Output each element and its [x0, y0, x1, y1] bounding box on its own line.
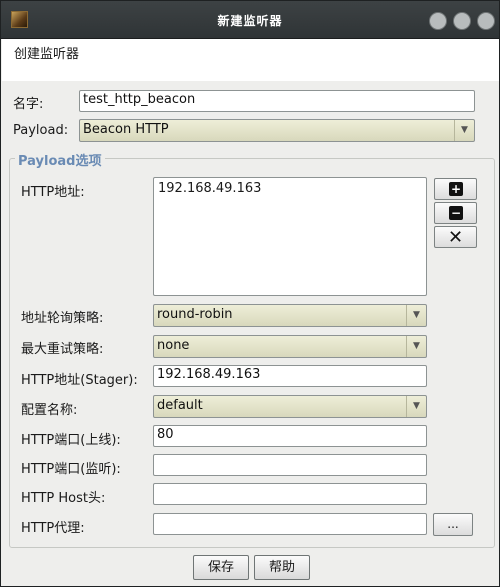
- chevron-down-icon: ▼: [406, 336, 426, 357]
- name-field[interactable]: test_http_beacon: [79, 90, 475, 112]
- port-c2-field[interactable]: 80: [153, 425, 427, 447]
- rotation-label: 地址轮询策略:: [21, 311, 104, 326]
- proxy-field[interactable]: [153, 513, 427, 535]
- stager-host-field[interactable]: 192.168.49.163: [153, 365, 427, 387]
- max-retry-select-value: none: [157, 338, 190, 353]
- max-retry-label: 最大重试策略:: [21, 342, 104, 357]
- http-hosts-item[interactable]: 192.168.49.163: [158, 181, 422, 196]
- port-bind-field[interactable]: [153, 454, 427, 476]
- stager-host-label: HTTP地址(Stager):: [21, 373, 138, 388]
- title-bar: 新建监听器: [1, 1, 499, 39]
- maximize-button[interactable]: [453, 12, 471, 30]
- proxy-label: HTTP代理:: [21, 521, 85, 536]
- chevron-down-icon: ▼: [406, 305, 426, 326]
- payload-label: Payload:: [13, 123, 69, 138]
- profile-select[interactable]: default ▼: [153, 395, 427, 418]
- dialog-header: 创建监听器: [2, 39, 499, 81]
- help-button[interactable]: 帮助: [254, 555, 310, 580]
- add-host-button[interactable]: +: [434, 178, 477, 200]
- max-retry-select[interactable]: none ▼: [153, 335, 427, 358]
- save-button[interactable]: 保存: [193, 555, 249, 580]
- port-c2-label: HTTP端口(上线):: [21, 433, 121, 448]
- payload-select-value: Beacon HTTP: [83, 122, 169, 137]
- host-header-label: HTTP Host头:: [21, 491, 106, 506]
- payload-options-title: Payload选项: [15, 150, 105, 169]
- rotation-select-value: round-robin: [157, 307, 233, 322]
- proxy-browse-button[interactable]: ...: [433, 513, 473, 536]
- profile-label: 配置名称:: [21, 403, 78, 418]
- http-hosts-list[interactable]: 192.168.49.163: [153, 177, 427, 296]
- chevron-down-icon: ▼: [454, 120, 474, 141]
- minus-icon: −: [449, 206, 463, 220]
- new-listener-dialog: 新建监听器 创建监听器 名字: test_http_beacon Payload…: [0, 0, 500, 587]
- minimize-button[interactable]: [429, 12, 447, 30]
- dialog-header-text: 创建监听器: [14, 47, 80, 62]
- remove-host-button[interactable]: −: [434, 202, 477, 224]
- port-bind-label: HTTP端口(监听):: [21, 462, 121, 477]
- plus-icon: +: [449, 182, 463, 196]
- rotation-select[interactable]: round-robin ▼: [153, 304, 427, 327]
- window-title: 新建监听器: [217, 14, 283, 28]
- clear-hosts-button[interactable]: ✕: [434, 226, 477, 248]
- name-label: 名字:: [13, 97, 44, 112]
- http-hosts-label: HTTP地址:: [21, 185, 85, 200]
- x-icon: ✕: [447, 227, 464, 248]
- profile-select-value: default: [157, 398, 203, 413]
- host-header-field[interactable]: [153, 483, 427, 505]
- close-button[interactable]: [477, 12, 495, 30]
- payload-select[interactable]: Beacon HTTP ▼: [79, 119, 475, 142]
- chevron-down-icon: ▼: [406, 396, 426, 417]
